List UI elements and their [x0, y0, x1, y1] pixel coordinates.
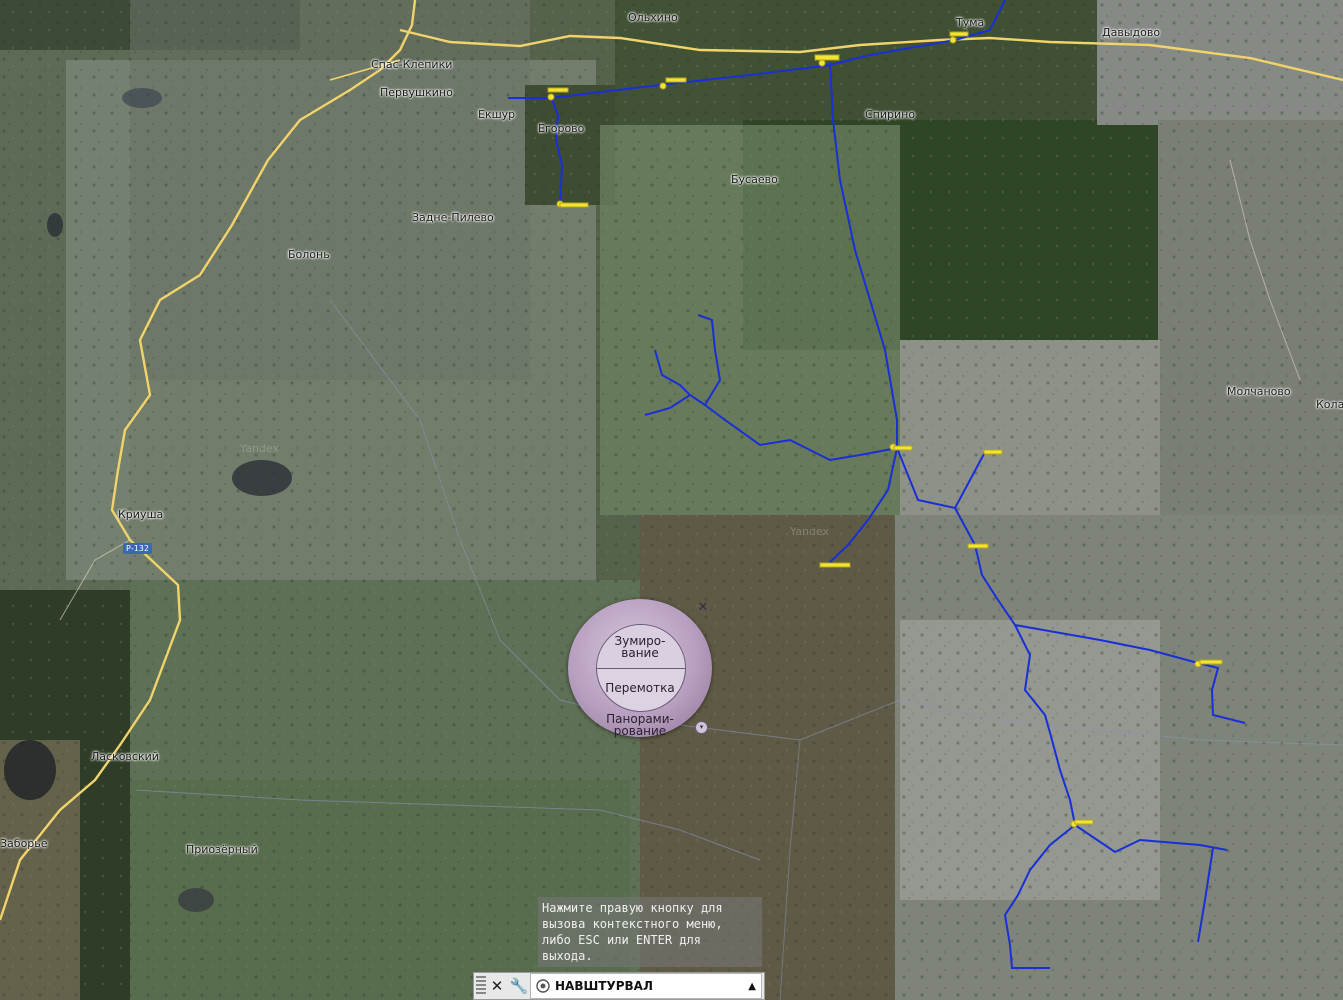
grip-handle[interactable] — [476, 976, 486, 996]
place-ekshur: Екшур — [478, 108, 516, 121]
close-icon[interactable]: ✕ — [696, 600, 710, 614]
place-egorovo: Егорово — [538, 122, 585, 135]
place-laskovsky: Ласковский — [91, 750, 159, 763]
wrench-icon[interactable]: 🔧 — [508, 974, 530, 998]
navigation-wheel[interactable]: Зумиро- вание Перемотка Панорами- ровани… — [566, 597, 714, 739]
command-tooltip: Нажмите правую кнопку для вызова контекс… — [538, 897, 762, 967]
close-icon[interactable]: ✕ — [486, 974, 508, 998]
tooltip-line-1: Нажмите правую кнопку для — [542, 901, 723, 915]
command-history-icon-svg — [536, 979, 550, 993]
zoom-label-line2: вание — [621, 646, 659, 660]
wheel-menu-icon[interactable]: ▾ — [695, 721, 708, 734]
command-value: НАВШТУРВАЛ — [555, 979, 653, 993]
place-olkhino: Ольхино — [628, 11, 678, 24]
tooltip-line-2: вызова контекстного меню, — [542, 917, 723, 931]
place-busaevo: Бусаево — [731, 173, 778, 186]
command-history-icon[interactable] — [534, 977, 552, 995]
svg-text:Yandex: Yandex — [789, 525, 829, 538]
place-priozerny: Приозёрный — [186, 843, 258, 856]
place-pervushkino: Первушкино — [380, 86, 453, 99]
place-tuma: Тума — [956, 16, 985, 29]
zoom-label[interactable]: Зумиро- вание — [596, 635, 684, 659]
svg-text:Yandex: Yandex — [239, 442, 279, 455]
tooltip-line-3: либо ESC или ENTER для — [542, 933, 701, 947]
place-davydovo: Давыдово — [1102, 26, 1161, 39]
place-spirino: Спирино — [865, 108, 916, 121]
road-badge: Р-132 — [123, 543, 152, 554]
place-zadne-pilevo: Задне-Пилево — [412, 211, 494, 224]
place-zaborye: Заборье — [0, 837, 48, 850]
place-spas-klepiki: Спас-Клепики — [371, 58, 453, 71]
rewind-label[interactable]: Перемотка — [596, 682, 684, 694]
tooltip-line-4: выхода. — [542, 949, 593, 963]
place-bolon: Болонь — [288, 248, 330, 261]
chevron-up-icon[interactable]: ▲ — [748, 981, 756, 992]
place-molchanovo: Молчаново — [1227, 385, 1291, 398]
pan-label-line2: рование — [613, 724, 667, 738]
place-kriusha: Криуша — [118, 508, 164, 521]
command-input[interactable]: НАВШТУРВАЛ ▲ — [530, 973, 762, 999]
command-line[interactable]: ✕ 🔧 НАВШТУРВАЛ ▲ — [473, 972, 765, 1000]
place-kola: Кола — [1316, 398, 1343, 411]
pan-label[interactable]: Панорами- рование — [586, 713, 694, 737]
